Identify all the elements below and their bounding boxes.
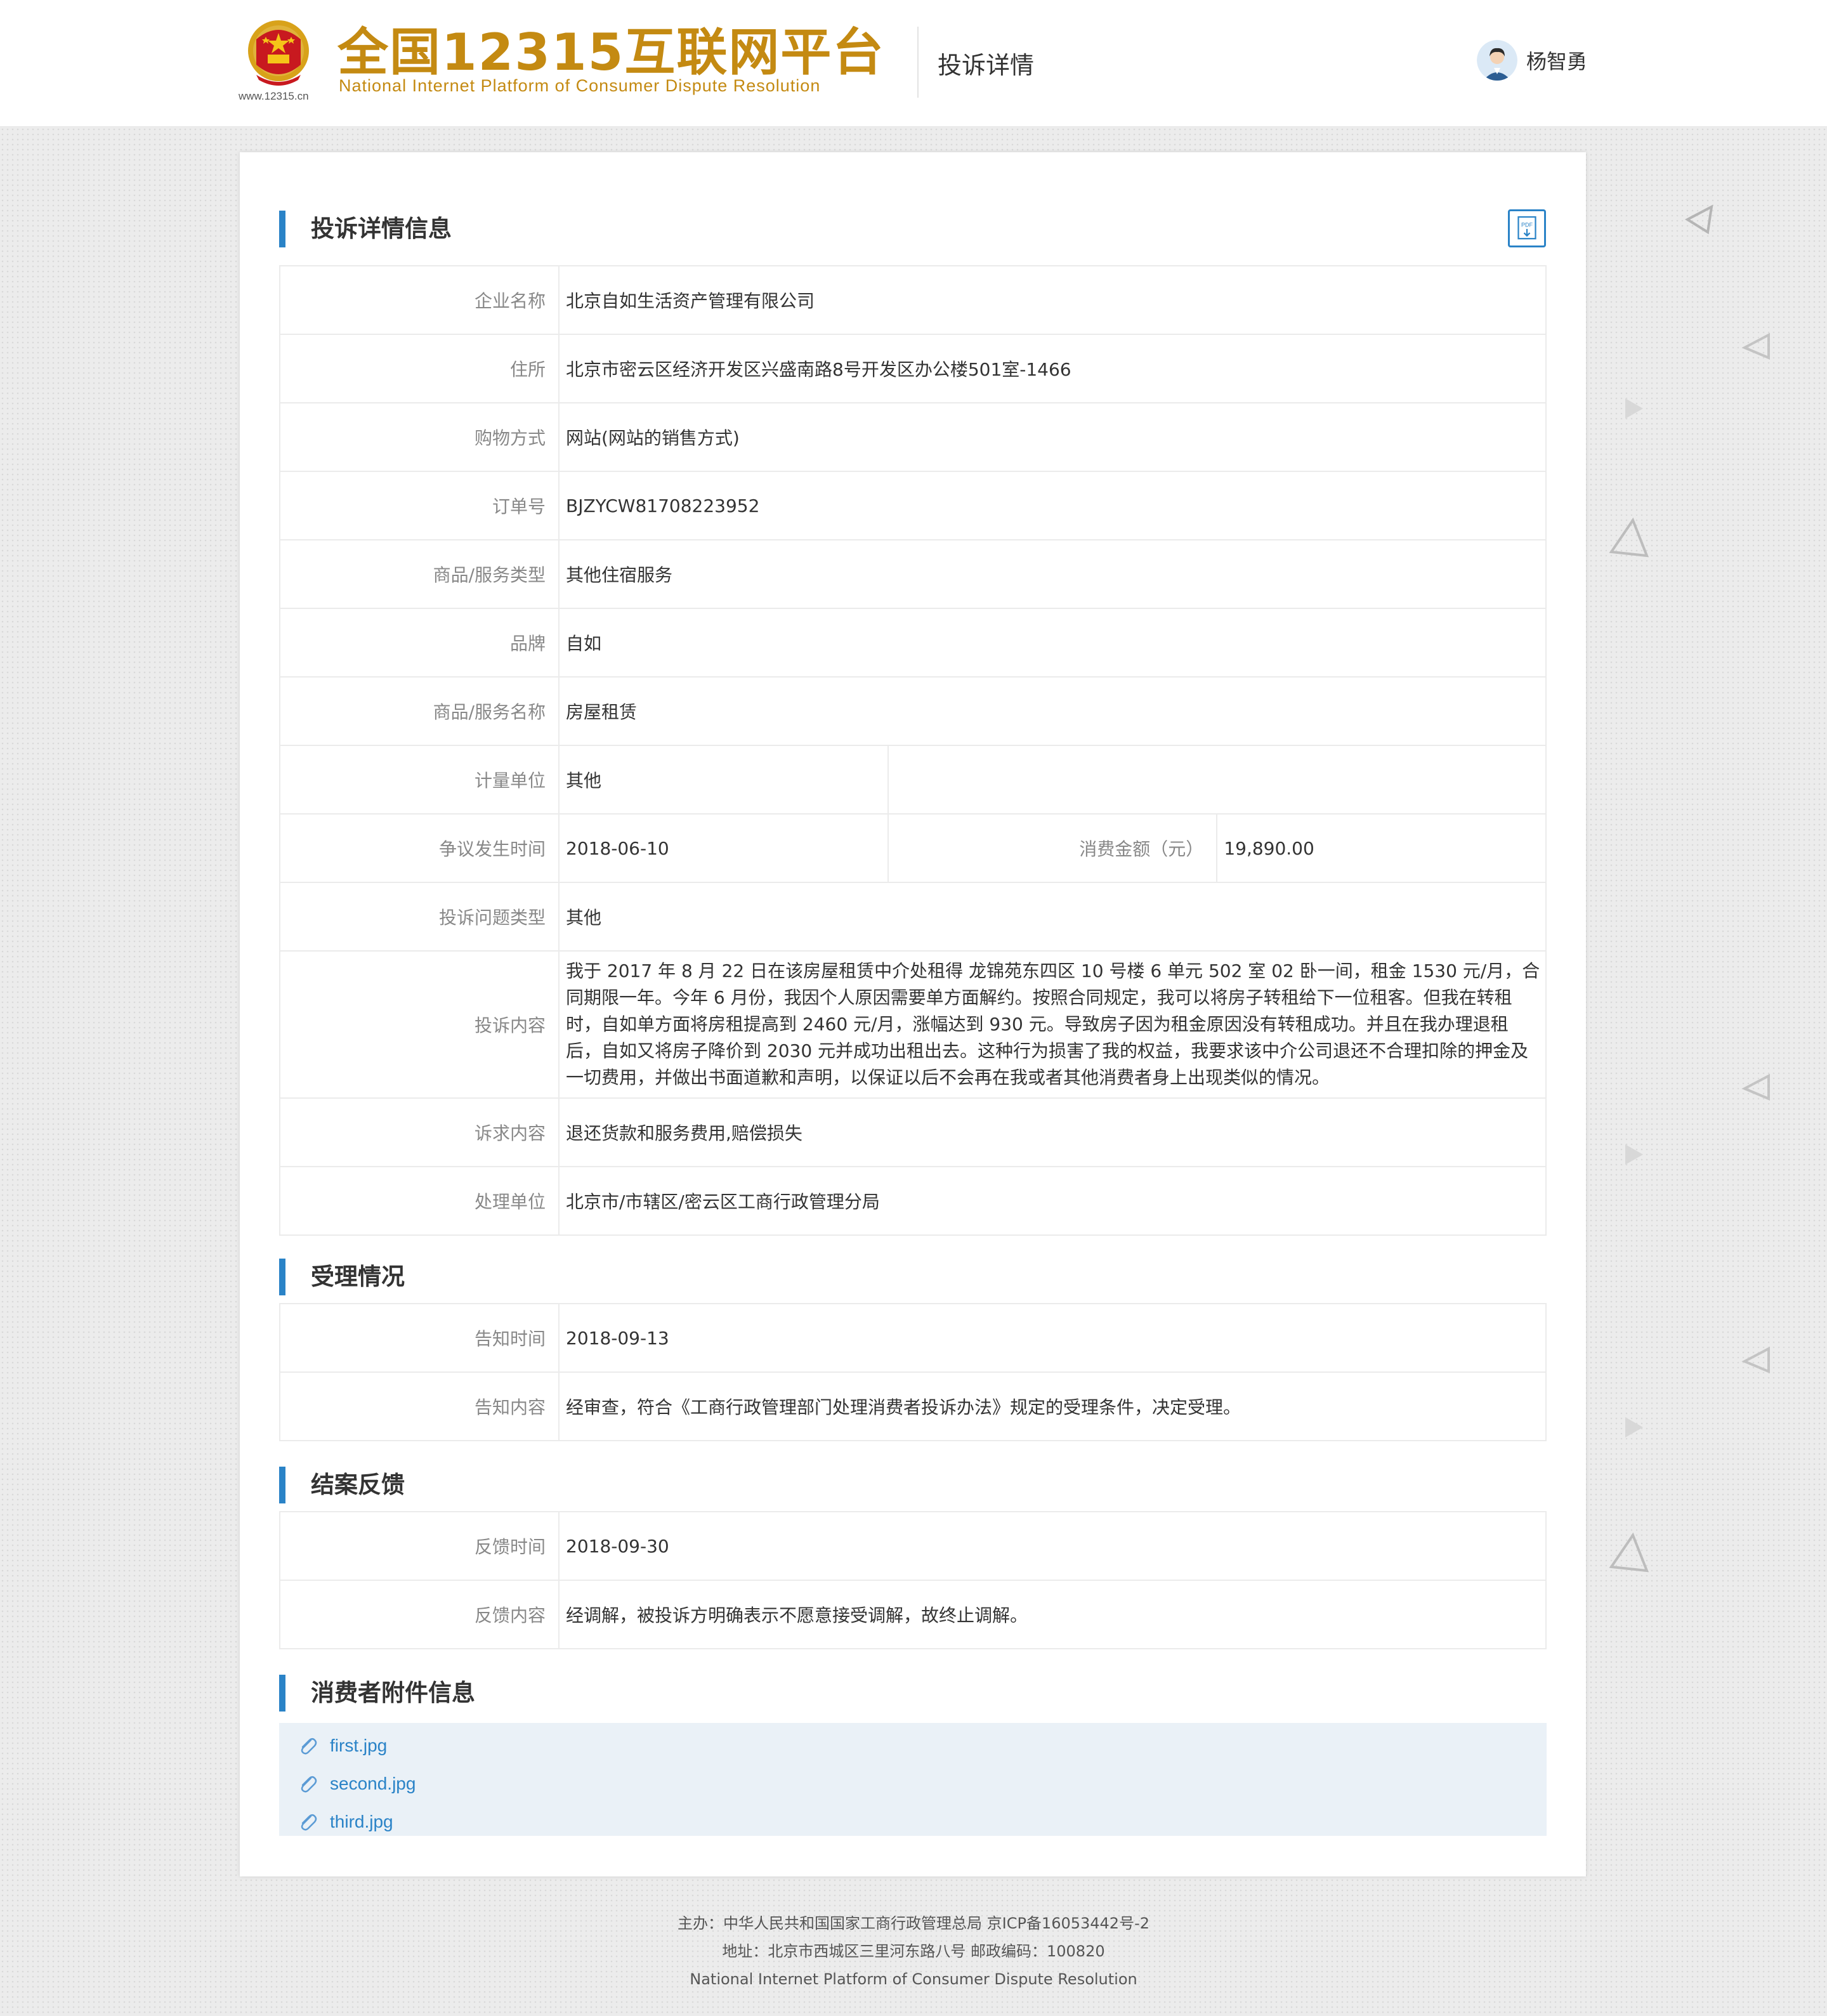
attachment-item[interactable]: third.jpg	[279, 1803, 1547, 1841]
attachment-link[interactable]: third.jpg	[330, 1812, 393, 1832]
address-value: 北京市密云区经济开发区兴盛南路8号开发区办公楼501室-1466	[558, 334, 1547, 403]
decorative-triangle-icon	[1741, 332, 1770, 360]
svg-text:PDF: PDF	[1521, 221, 1533, 228]
order-number-value: BJZYCW81708223952	[558, 471, 1547, 540]
acceptance-table: 告知时间 2018-09-13 告知内容 经审查，符合《工商行政管理部门处理消费…	[279, 1303, 1547, 1441]
section-title-attachments: 消费者附件信息	[279, 1675, 475, 1712]
goods-name-value: 房屋租赁	[558, 676, 1547, 746]
attachment-link[interactable]: first.jpg	[330, 1736, 387, 1756]
paperclip-icon	[301, 1814, 317, 1831]
footer-sponsor: 主办：中华人民共和国国家工商行政管理总局 京ICP备16053442号-2	[677, 1915, 1150, 1932]
decorative-triangle-icon	[1609, 1532, 1649, 1573]
table-row: 告知时间 2018-09-13	[279, 1303, 1547, 1373]
shopping-method-value: 网站(网站的销售方式)	[558, 402, 1547, 472]
logo-english-title: National Internet Platform of Consumer D…	[339, 76, 821, 95]
goods-type-label: 商品/服务类型	[279, 539, 560, 609]
decorative-triangle-icon	[1625, 1144, 1643, 1165]
user-menu[interactable]: 杨智勇	[1477, 38, 1587, 82]
table-row: 投诉内容 我于 2017 年 8 月 22 日在该房屋租赁中介处租得 龙锦苑东四…	[279, 950, 1547, 1099]
paperclip-icon	[301, 1776, 317, 1793]
table-row: 投诉问题类型 其他	[279, 882, 1547, 952]
notify-content-label: 告知内容	[279, 1371, 560, 1441]
avatar	[1477, 40, 1517, 81]
company-value: 北京自如生活资产管理有限公司	[558, 265, 1547, 335]
decorative-triangle-icon	[1625, 1417, 1643, 1437]
attachment-item[interactable]: first.jpg	[279, 1727, 1547, 1765]
header-divider	[917, 27, 919, 98]
national-emblem-icon	[248, 20, 309, 86]
notify-content-value: 经审查，符合《工商行政管理部门处理消费者投诉办法》规定的受理条件，决定受理。	[558, 1371, 1547, 1441]
handler-label: 处理单位	[279, 1166, 560, 1236]
decorative-triangle-icon	[1625, 398, 1643, 419]
table-row: 诉求内容 退还货款和服务费用,赔偿损失	[279, 1097, 1547, 1167]
amount-value: 19,890.00	[1216, 813, 1547, 883]
brand-label: 品牌	[279, 608, 560, 677]
table-row: 购物方式 网站(网站的销售方式)	[279, 402, 1547, 472]
unit-value: 其他	[558, 745, 889, 815]
attachment-list: first.jpg second.jpg third.jpg	[279, 1723, 1547, 1836]
problem-type-label: 投诉问题类型	[279, 882, 560, 952]
complaint-content-label: 投诉内容	[279, 950, 560, 1099]
table-row: 企业名称 北京自如生活资产管理有限公司	[279, 265, 1547, 335]
feedback-time-label: 反馈时间	[279, 1511, 560, 1581]
attachment-item[interactable]: second.jpg	[279, 1765, 1547, 1803]
table-row: 处理单位 北京市/市辖区/密云区工商行政管理分局	[279, 1166, 1547, 1236]
complaint-content-value: 我于 2017 年 8 月 22 日在该房屋租赁中介处租得 龙锦苑东四区 10 …	[558, 950, 1547, 1099]
decorative-triangle-icon	[1684, 204, 1713, 235]
table-row: 反馈时间 2018-09-30	[279, 1511, 1547, 1581]
section-title-detail: 投诉详情信息	[279, 211, 452, 247]
problem-type-value: 其他	[558, 882, 1547, 952]
order-number-label: 订单号	[279, 471, 560, 540]
goods-name-label: 商品/服务名称	[279, 676, 560, 746]
site-logo[interactable]: www.12315.cn 全国12315互联网平台 National Inter…	[239, 11, 883, 107]
decorative-triangle-icon	[1741, 1346, 1770, 1374]
table-row: 订单号 BJZYCW81708223952	[279, 471, 1547, 540]
decorative-triangle-icon	[1609, 517, 1649, 558]
table-row: 商品/服务名称 房屋租赁	[279, 676, 1547, 746]
attachment-link[interactable]: second.jpg	[330, 1774, 416, 1794]
table-row: 争议发生时间 2018-06-10 消费金额（元） 19,890.00	[279, 813, 1547, 883]
feedback-time-value: 2018-09-30	[558, 1511, 1547, 1581]
pdf-download-icon[interactable]: PDF	[1508, 209, 1546, 247]
shopping-method-label: 购物方式	[279, 402, 560, 472]
table-row: 品牌 自如	[279, 608, 1547, 677]
company-label: 企业名称	[279, 265, 560, 335]
paperclip-icon	[301, 1738, 317, 1755]
handler-value: 北京市/市辖区/密云区工商行政管理分局	[558, 1166, 1547, 1236]
table-row: 商品/服务类型 其他住宿服务	[279, 539, 1547, 609]
brand-value: 自如	[558, 608, 1547, 677]
logo-url: www.12315.cn	[239, 90, 309, 102]
complaint-detail-card: 投诉详情信息 PDF 企业名称 北京自如生活资产管理有限公司 住所 北京市密云区…	[240, 152, 1586, 1876]
table-row: 住所 北京市密云区经济开发区兴盛南路8号开发区办公楼501室-1466	[279, 334, 1547, 403]
page-title: 投诉详情	[938, 51, 1035, 79]
complaint-info-table: 企业名称 北京自如生活资产管理有限公司 住所 北京市密云区经济开发区兴盛南路8号…	[279, 265, 1547, 1236]
empty-cell	[887, 745, 1547, 815]
user-name: 杨智勇	[1526, 49, 1588, 74]
appeal-value: 退还货款和服务费用,赔偿损失	[558, 1097, 1547, 1167]
feedback-table: 反馈时间 2018-09-30 反馈内容 经调解，被投诉方明确表示不愿意接受调解…	[279, 1511, 1547, 1649]
feedback-content-value: 经调解，被投诉方明确表示不愿意接受调解，故终止调解。	[558, 1580, 1547, 1649]
notify-time-value: 2018-09-13	[558, 1303, 1547, 1373]
section-title-feedback: 结案反馈	[279, 1467, 405, 1503]
site-footer: 主办：中华人民共和国国家工商行政管理总局 京ICP备16053442号-2 地址…	[0, 1909, 1827, 1993]
dispute-time-value: 2018-06-10	[558, 813, 889, 883]
section-title-acceptance: 受理情况	[279, 1259, 405, 1295]
unit-label: 计量单位	[279, 745, 560, 815]
dispute-time-label: 争议发生时间	[279, 813, 560, 883]
notify-time-label: 告知时间	[279, 1303, 560, 1373]
table-row: 告知内容 经审查，符合《工商行政管理部门处理消费者投诉办法》规定的受理条件，决定…	[279, 1371, 1547, 1441]
decorative-triangle-icon	[1741, 1073, 1770, 1101]
amount-label: 消费金额（元）	[887, 813, 1218, 883]
footer-english-name: National Internet Platform of Consumer D…	[690, 1970, 1137, 1988]
site-header: www.12315.cn 全国12315互联网平台 National Inter…	[0, 0, 1827, 127]
appeal-label: 诉求内容	[279, 1097, 560, 1167]
table-row: 反馈内容 经调解，被投诉方明确表示不愿意接受调解，故终止调解。	[279, 1580, 1547, 1649]
table-row: 计量单位 其他	[279, 745, 1547, 815]
goods-type-value: 其他住宿服务	[558, 539, 1547, 609]
address-label: 住所	[279, 334, 560, 403]
feedback-content-label: 反馈内容	[279, 1580, 560, 1649]
footer-address: 地址：北京市西城区三里河东路八号 邮政编码：100820	[722, 1942, 1105, 1960]
logo-chinese-title: 全国12315互联网平台	[337, 23, 885, 82]
